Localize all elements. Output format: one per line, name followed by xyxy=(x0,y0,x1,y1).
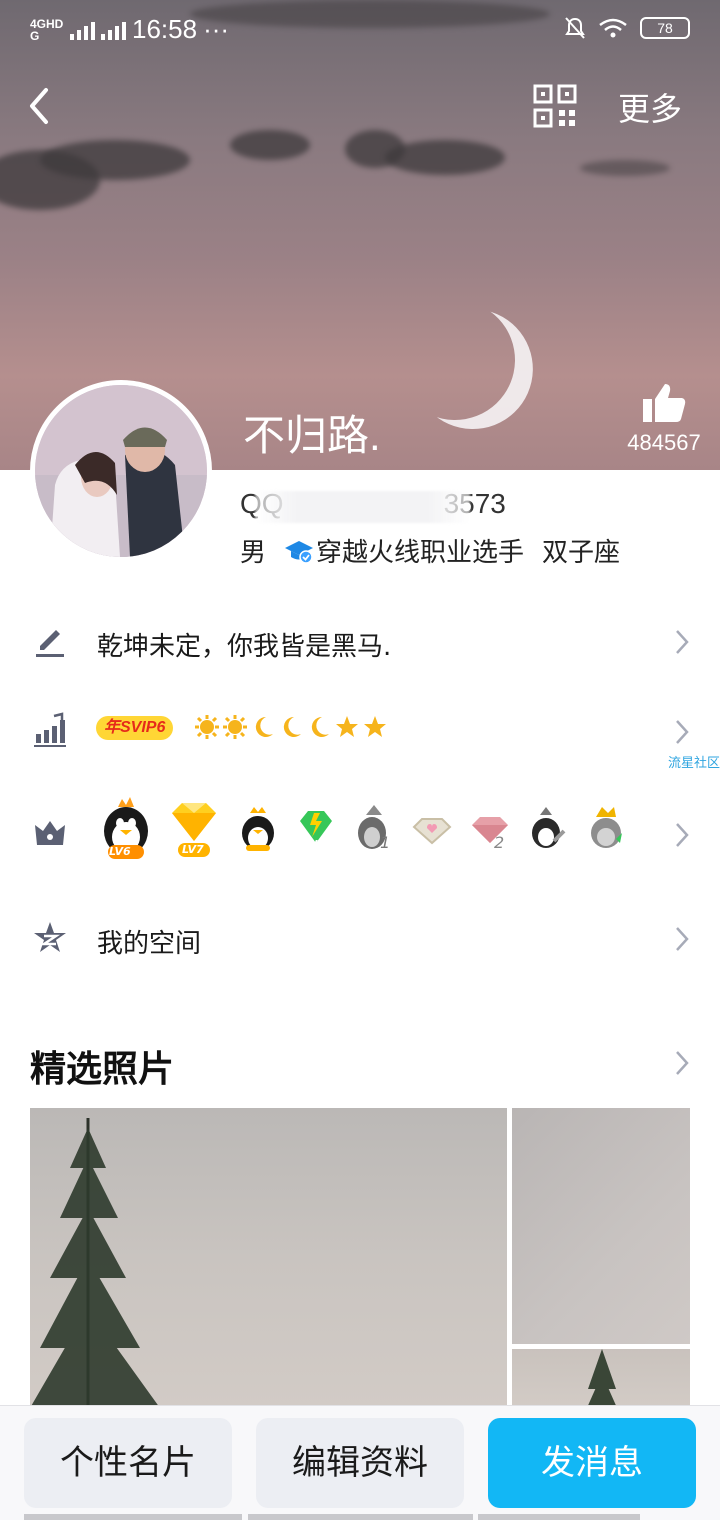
red-gem-badge[interactable]: 2 xyxy=(468,797,512,861)
moon-icon xyxy=(283,716,301,737)
graduation-cap-icon xyxy=(285,540,314,563)
badge-label: LV6 xyxy=(109,845,131,858)
battery-indicator: 78 xyxy=(640,17,690,39)
gray-penguin-badge-1[interactable]: 1 xyxy=(352,797,396,861)
chart-up-icon xyxy=(34,712,66,747)
badge-list: LV6 LV7 LV1 1 2 xyxy=(100,797,628,861)
indicator-line xyxy=(24,1514,242,1520)
badge-number: 2 xyxy=(494,833,505,852)
photo-grid xyxy=(30,1108,690,1428)
badge-number: 1 xyxy=(380,833,391,852)
chevron-right-icon xyxy=(676,720,689,744)
avatar[interactable] xyxy=(30,380,212,562)
penguin-crown-badge[interactable] xyxy=(236,797,280,861)
avatar-photo xyxy=(35,385,207,557)
clock: 16:58 xyxy=(132,14,198,44)
star-icon xyxy=(364,716,386,737)
back-icon[interactable] xyxy=(20,84,60,128)
thumbs-up-icon xyxy=(643,384,686,422)
top-nav: 更多 xyxy=(0,70,720,144)
pink-diamond-badge[interactable] xyxy=(410,797,454,861)
profile-meta: 男 穿越火线职业选手 双子座 xyxy=(240,532,620,569)
occupation: 穿越火线职业选手 xyxy=(316,538,525,568)
penguin-lv6-badge[interactable]: LV6 xyxy=(100,797,152,861)
qzone-row[interactable]: 我的空间 xyxy=(0,890,720,990)
wifi-icon xyxy=(599,18,627,38)
photo-main[interactable] xyxy=(30,1108,507,1408)
bell-off-icon xyxy=(565,17,585,39)
profile-card-button[interactable]: 个性名片 xyxy=(24,1418,232,1508)
chevron-right-icon[interactable] xyxy=(674,1049,690,1077)
more-button[interactable]: 更多 xyxy=(618,84,682,130)
green-lv1-badge[interactable]: LV1 xyxy=(294,797,338,861)
penguin-pen-badge[interactable] xyxy=(526,797,570,861)
diamond-lv7-badge[interactable]: LV7 xyxy=(166,797,222,861)
sun-icon xyxy=(223,715,247,739)
signature-row[interactable]: 乾坤未定，你我皆是黑马. xyxy=(0,590,720,690)
badge-label: LV7 xyxy=(182,843,204,856)
like-button[interactable]: 484567 xyxy=(624,382,704,456)
indicator-line xyxy=(248,1514,473,1520)
crown-icon xyxy=(35,821,65,845)
status-bar: 4GHD G 16:58 ··· 78 xyxy=(0,0,720,58)
qzone-label: 我的空间 xyxy=(97,929,202,959)
photos-section-title: 精选照片 xyxy=(30,1049,175,1090)
moon-icon xyxy=(255,716,273,737)
chevron-right-icon xyxy=(676,823,689,847)
community-link[interactable]: 流星社区 xyxy=(668,752,720,771)
gender: 男 xyxy=(240,538,267,568)
svip-badge: 年SVIP6 xyxy=(96,716,174,740)
send-message-button[interactable]: 发消息 xyxy=(488,1418,696,1508)
crescent-moon xyxy=(385,290,524,429)
signal-icon xyxy=(101,20,126,40)
signal-icon xyxy=(70,20,95,40)
chevron-right-icon xyxy=(676,927,689,951)
cloud xyxy=(385,140,505,175)
like-count: 484567 xyxy=(627,430,701,455)
chevron-right-icon xyxy=(676,630,689,654)
qr-code-icon[interactable] xyxy=(533,84,577,128)
cloud xyxy=(40,140,190,180)
zodiac: 双子座 xyxy=(542,538,621,568)
moon-icon xyxy=(311,716,329,737)
network-label: 4GHD G xyxy=(30,16,64,43)
bottom-action-bar: 个性名片 编辑资料 发消息 xyxy=(0,1405,720,1520)
overflow-dots: ··· xyxy=(203,14,230,44)
badge-label: LV1 xyxy=(305,839,325,850)
edit-profile-button[interactable]: 编辑资料 xyxy=(256,1418,464,1508)
indicator-line xyxy=(478,1514,640,1520)
sun-icon xyxy=(195,715,219,739)
pencil-icon xyxy=(36,630,64,657)
qq-number-mask xyxy=(255,491,470,523)
qq-level-icons xyxy=(194,714,388,740)
nickname: 不归路. xyxy=(243,412,381,459)
gray-penguin-badge-2[interactable] xyxy=(584,797,628,861)
signature-text: 乾坤未定，你我皆是黑马. xyxy=(97,632,392,662)
star-icon xyxy=(336,716,358,737)
photo-top-right[interactable] xyxy=(512,1108,690,1344)
qzone-star-icon xyxy=(34,922,66,952)
cloud xyxy=(580,160,670,176)
